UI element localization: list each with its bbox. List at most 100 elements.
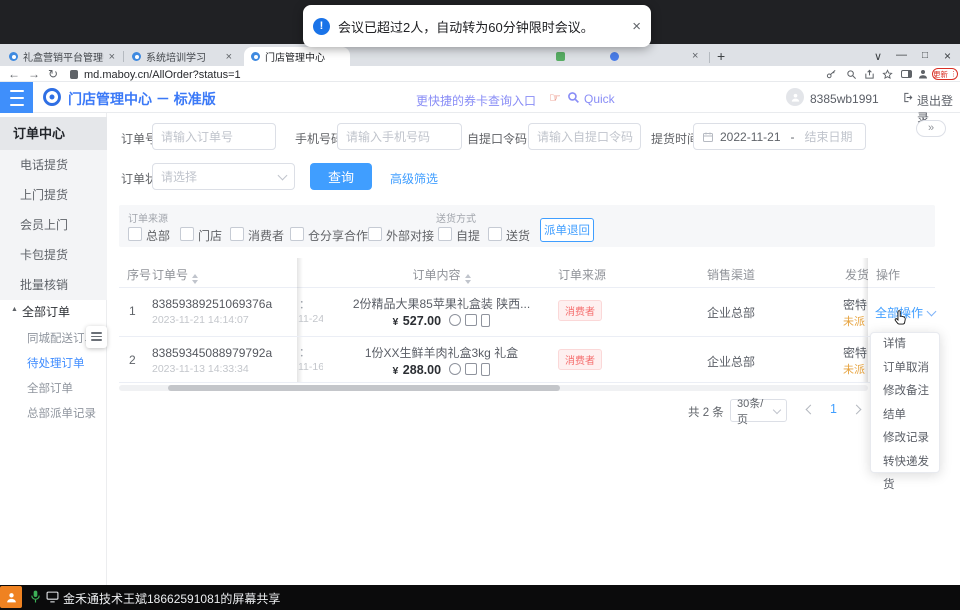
source-tag: 消费者 — [558, 300, 602, 321]
logout-icon[interactable] — [903, 92, 914, 103]
phone-input[interactable]: 请输入手机号码 — [337, 123, 462, 150]
page-size-select[interactable]: 30条/页 — [730, 399, 787, 422]
sidebar-item-phone-pickup[interactable]: 电话提货 — [20, 150, 107, 180]
browser-tab-2[interactable]: 系统培训学习 × — [126, 47, 238, 66]
chrome-update-button[interactable]: 更新 ⋮ — [932, 68, 958, 80]
pickup-code-input[interactable]: 请输入自提口令码 — [528, 123, 641, 150]
date-range-picker[interactable]: 2022-11-21 - 结束日期 — [693, 123, 866, 150]
sidebar-item-member-visit[interactable]: 会员上门 — [20, 210, 107, 240]
sort-icon[interactable] — [192, 274, 198, 284]
tab-close-icon[interactable]: × — [692, 50, 698, 62]
sidebar-subitem-pending-orders[interactable]: 待处理订单 — [27, 355, 85, 371]
quick-link[interactable]: Quick — [584, 92, 615, 106]
menu-item-edit-history[interactable]: 修改记录 — [871, 427, 939, 451]
toast-close-icon[interactable]: × — [632, 18, 641, 35]
tab-search-icon[interactable]: ∨ — [874, 50, 882, 63]
checkbox-self-pickup-label[interactable]: 自提 — [456, 227, 480, 244]
window-maximize-button[interactable]: □ — [922, 50, 928, 61]
checkbox-warehouse-share[interactable] — [290, 227, 304, 241]
dispatch-return-button[interactable]: 派单退回 — [540, 218, 594, 242]
window-minimize-button[interactable]: — — [896, 49, 907, 61]
menu-item-details[interactable]: 详情 — [871, 333, 939, 357]
checkbox-warehouse-share-label[interactable]: 仓分享合作 — [308, 227, 368, 244]
coupon-icon[interactable] — [449, 314, 461, 326]
window-close-button[interactable]: × — [944, 49, 951, 63]
channel-value: 企业总部 — [707, 353, 755, 370]
checkbox-store-label[interactable]: 门店 — [198, 227, 222, 244]
expand-filters-button[interactable]: » — [916, 120, 946, 137]
advanced-filter-link[interactable]: 高级筛选 — [390, 170, 438, 187]
phone-icon[interactable] — [481, 363, 490, 376]
checkbox-self-pickup[interactable] — [438, 227, 452, 241]
current-page-number[interactable]: 1 — [830, 402, 837, 416]
order-amount-line: ¥ 527.00 — [323, 312, 560, 330]
side-panel-icon[interactable] — [901, 70, 912, 78]
col-header-source: 订单来源 — [558, 266, 606, 283]
sidebar-collapse-handle[interactable] — [86, 326, 107, 348]
reload-icon[interactable]: ↻ — [48, 67, 58, 81]
menu-item-cancel-order[interactable]: 订单取消 — [871, 357, 939, 381]
pickup-code-placeholder: 请输入自提口令码 — [537, 128, 633, 145]
site-security-icon[interactable] — [70, 70, 78, 79]
checkbox-consumer[interactable] — [230, 227, 244, 241]
checkbox-hq-label[interactable]: 总部 — [146, 227, 170, 244]
username-text: 8385wb1991 — [810, 92, 879, 106]
checkbox-delivery-label[interactable]: 送货 — [506, 227, 530, 244]
chevron-down-icon — [278, 170, 288, 180]
delivery-group-label: 送货方式 — [436, 210, 476, 225]
microphone-icon[interactable] — [30, 589, 41, 605]
horizontal-scrollbar-thumb[interactable] — [168, 385, 560, 391]
share-icon[interactable] — [864, 69, 875, 80]
coupon-icon[interactable] — [449, 363, 461, 375]
date-separator: - — [791, 130, 795, 144]
key-icon[interactable] — [826, 69, 837, 80]
prev-page-button[interactable] — [806, 405, 816, 415]
checkbox-delivery[interactable] — [488, 227, 502, 241]
checkbox-external[interactable] — [368, 227, 382, 241]
pointing-hand-icon: ☞ — [549, 90, 561, 106]
update-label: 更新 — [933, 69, 948, 80]
order-status-select[interactable]: 请选择 — [152, 163, 295, 190]
next-page-button[interactable] — [852, 405, 862, 415]
tab-close-icon[interactable]: × — [109, 51, 115, 63]
browser-tab-1[interactable]: 礼盒营销平台管理中心 × — [3, 47, 121, 66]
sidebar-item-card-pickup[interactable]: 卡包提货 — [20, 240, 107, 270]
menu-item-to-express[interactable]: 转快递发货 — [871, 451, 939, 475]
new-tab-button[interactable]: + — [717, 48, 725, 64]
back-icon[interactable]: ← — [8, 67, 20, 81]
list-icon — [91, 332, 102, 334]
screen-share-icon[interactable] — [46, 591, 59, 603]
search-button[interactable]: 查询 — [310, 163, 372, 190]
sidebar-subitem-hq-dispatch-log[interactable]: 总部派单记录 — [27, 405, 96, 421]
hamburger-menu-button[interactable] — [0, 82, 33, 113]
user-avatar[interactable] — [786, 88, 804, 106]
menu-item-close-order[interactable]: 结单 — [871, 404, 939, 428]
coupon-query-link[interactable]: 更快捷的券卡查询入口 — [416, 92, 536, 109]
browser-tab-3-active[interactable]: 门店管理中心 — [244, 47, 350, 66]
tab-favicon-stub-blue — [610, 52, 619, 61]
checkbox-hq[interactable] — [128, 227, 142, 241]
tab-close-icon[interactable]: × — [226, 51, 232, 63]
sidebar-section-order-center: 订单中心 — [0, 117, 107, 150]
forward-icon[interactable]: → — [28, 67, 40, 81]
sidebar-item-door-pickup[interactable]: 上门提货 — [20, 180, 107, 210]
sort-icon[interactable] — [465, 274, 471, 284]
checkbox-store[interactable] — [180, 227, 194, 241]
sidebar-subitem-all-orders[interactable]: 全部订单 — [27, 380, 73, 396]
order-no-input[interactable]: 请输入订单号 — [152, 123, 276, 150]
quick-search-icon[interactable] — [567, 91, 580, 104]
sidebar-group-all-orders[interactable]: 全部订单 — [22, 303, 70, 320]
zoom-icon[interactable] — [846, 69, 857, 80]
phone-icon[interactable] — [481, 314, 490, 327]
package-icon[interactable] — [465, 363, 477, 375]
checkbox-external-label[interactable]: 外部对接 — [386, 227, 434, 244]
profile-icon[interactable] — [917, 68, 929, 80]
info-icon: ! — [313, 18, 330, 35]
menu-item-edit-note[interactable]: 修改备注 — [871, 380, 939, 404]
url-text[interactable]: md.maboy.cn/AllOrder?status=1 — [84, 69, 241, 81]
checkbox-consumer-label[interactable]: 消费者 — [248, 227, 284, 244]
share-bar-text[interactable]: 金禾通技术王斌18662591081的屏幕共享 — [63, 590, 280, 607]
bookmark-star-icon[interactable] — [882, 69, 893, 80]
package-icon[interactable] — [465, 314, 477, 326]
sidebar-item-batch-verify[interactable]: 批量核销 — [20, 270, 107, 300]
